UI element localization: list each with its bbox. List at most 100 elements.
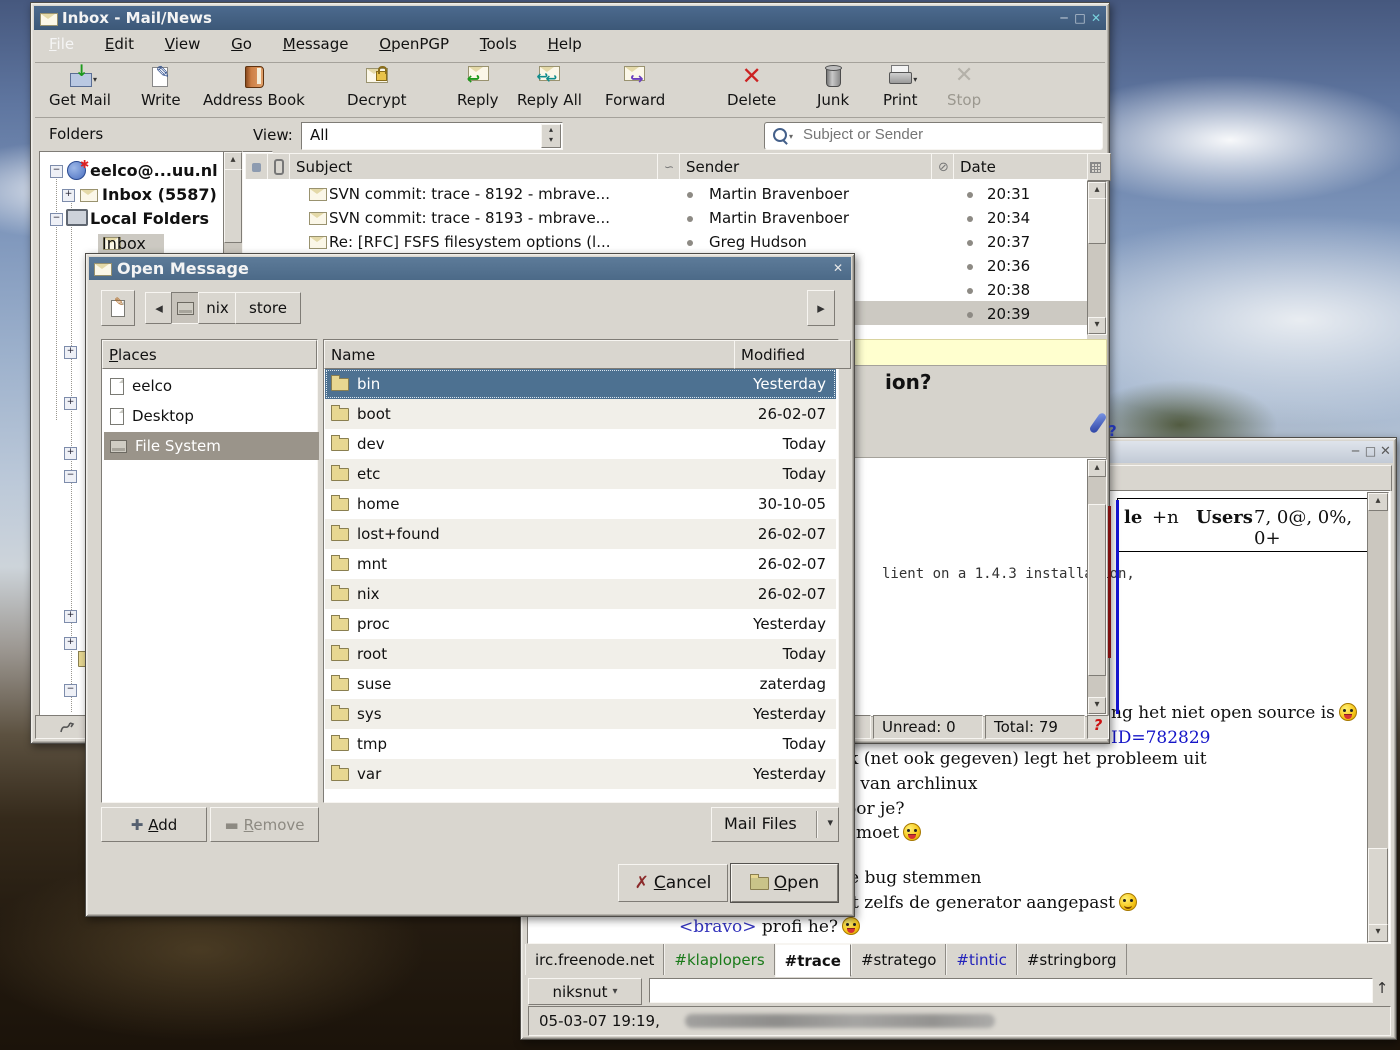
message-list-scrollbar-thumb[interactable] — [1088, 198, 1106, 244]
dialog-titlebar[interactable]: Open Message ✕ — [89, 257, 851, 280]
collapse-icon[interactable]: − — [64, 470, 77, 483]
column-sender[interactable]: Sender — [679, 153, 945, 181]
write-button[interactable]: ✎ Write — [141, 63, 181, 109]
modified-column-header[interactable]: Modified — [734, 340, 851, 369]
folder-inbox-local[interactable]: Inbox — [102, 234, 146, 253]
print-button[interactable]: ▾ Print — [883, 63, 918, 109]
menu-go[interactable]: Go — [231, 35, 252, 53]
path-root-button[interactable] — [171, 292, 200, 324]
get-mail-button[interactable]: ↓ ▾ Get Mail — [49, 63, 111, 109]
address-book-button[interactable]: Address Book — [203, 63, 305, 109]
irc-message-input[interactable] — [649, 978, 1373, 1003]
file-row[interactable]: etcToday — [325, 459, 836, 489]
type-location-button[interactable]: ✎ — [101, 290, 135, 326]
view-combobox-stepper[interactable]: ▴▾ — [541, 124, 561, 148]
folder-account[interactable]: eelco@...uu.nl — [90, 161, 218, 180]
expand-icon[interactable]: + — [64, 447, 77, 460]
reply-button[interactable]: ↩ Reply — [457, 63, 499, 109]
expand-icon[interactable]: + — [62, 189, 75, 202]
file-row[interactable]: rootToday — [325, 639, 836, 669]
file-row[interactable]: sysYesterday — [325, 699, 836, 729]
search-input[interactable] — [801, 125, 1095, 144]
junk-button[interactable]: Junk — [817, 63, 849, 109]
file-row[interactable]: varYesterday — [325, 759, 836, 789]
menu-openpgp[interactable]: OpenPGP — [379, 35, 449, 53]
path-nix-button[interactable]: nix — [198, 292, 237, 324]
menu-file[interactable]: File — [49, 35, 74, 53]
file-row[interactable]: nix26-02-07 — [325, 579, 836, 609]
forward-button[interactable]: ↪ Forward — [605, 63, 665, 109]
message-row[interactable]: Re: [RFC] FSFS filesystem options (l... … — [245, 229, 1087, 253]
column-date[interactable]: Date — [953, 153, 1101, 181]
menu-edit[interactable]: Edit — [105, 35, 134, 53]
tab-klaplopers[interactable]: #klaplopers — [664, 944, 774, 975]
path-forward-button[interactable]: ▸ — [807, 290, 835, 326]
irc-chat-scrollbar[interactable]: ▴ ▾ — [1367, 492, 1389, 943]
file-row[interactable]: procYesterday — [325, 609, 836, 639]
file-row[interactable]: lost+found26-02-07 — [325, 519, 836, 549]
message-body-scrollbar[interactable]: ▴ ▾ — [1087, 459, 1107, 715]
scroll-up-icon[interactable]: ▴ — [1088, 460, 1106, 477]
path-back-button[interactable]: ◂ — [145, 292, 173, 324]
menu-tools[interactable]: Tools — [480, 35, 517, 53]
view-combobox[interactable]: All ▴▾ — [301, 122, 563, 150]
tab-tintic[interactable]: #tintic — [946, 944, 1016, 975]
file-row[interactable]: mnt26-02-07 — [325, 549, 836, 579]
tab-stratego[interactable]: #stratego — [851, 944, 946, 975]
irc-nick-selector[interactable]: niksnut ▾ — [528, 978, 642, 1005]
cancel-button[interactable]: ✗Cancel — [618, 864, 728, 902]
place-desktop[interactable]: Desktop — [104, 402, 319, 430]
tab-server[interactable]: irc.freenode.net — [525, 944, 664, 975]
file-row[interactable]: boot26-02-07 — [325, 399, 836, 429]
search-box[interactable]: ▾ — [764, 122, 1103, 150]
place-filesystem-selected[interactable]: File System — [104, 432, 319, 460]
tab-stringborg[interactable]: #stringborg — [1017, 944, 1127, 975]
column-subject[interactable]: Subject — [289, 153, 671, 181]
message-list-scrollbar[interactable]: ▴ ▾ — [1087, 181, 1107, 335]
mail-titlebar[interactable]: Inbox - Mail/News ─ □ ✕ — [34, 6, 1106, 30]
scroll-up-icon[interactable]: ▴ — [1088, 182, 1106, 199]
menu-view[interactable]: View — [165, 35, 201, 53]
collapse-icon[interactable]: − — [64, 684, 77, 697]
close-icon[interactable]: ✕ — [1089, 11, 1103, 25]
add-button[interactable]: ✚Add — [101, 807, 207, 842]
folder-inbox-account[interactable]: Inbox (5587) — [102, 185, 217, 204]
folder-local[interactable]: Local Folders — [90, 209, 209, 228]
collapse-icon[interactable]: − — [50, 165, 63, 178]
expand-icon[interactable]: + — [64, 346, 77, 359]
place-eelco[interactable]: eelco — [104, 372, 319, 400]
message-row[interactable]: SVN commit: trace - 8193 - mbrave... Mar… — [245, 205, 1087, 229]
scroll-down-icon[interactable]: ▾ — [1088, 697, 1106, 714]
file-row[interactable]: susezaterdag — [325, 669, 836, 699]
column-picker[interactable] — [1087, 153, 1111, 181]
tab-trace-active[interactable]: #trace — [775, 944, 851, 977]
file-row[interactable]: home30-10-05 — [325, 489, 836, 519]
message-row[interactable]: SVN commit: trace - 8192 - mbrave... Mar… — [245, 181, 1087, 205]
send-up-icon[interactable]: ↑ — [1374, 979, 1390, 999]
message-body-scrollbar-thumb[interactable] — [1088, 504, 1106, 676]
irc-maximize-button[interactable]: □ — [1364, 444, 1377, 458]
scroll-down-icon[interactable]: ▾ — [1088, 317, 1106, 334]
expand-icon[interactable]: + — [64, 637, 77, 650]
decrypt-button[interactable]: Decrypt — [347, 63, 406, 109]
expand-icon[interactable]: + — [64, 397, 77, 410]
places-header[interactable]: Places — [102, 340, 317, 369]
file-row[interactable]: devToday — [325, 429, 836, 459]
scroll-up-icon[interactable]: ▴ — [224, 152, 242, 170]
filter-combobox[interactable]: Mail Files ▾ — [711, 807, 839, 842]
file-row-selected[interactable]: binYesterday — [325, 369, 836, 399]
minimize-icon[interactable]: ─ — [1057, 11, 1071, 25]
open-button[interactable]: Open — [731, 864, 838, 902]
scroll-down-icon[interactable]: ▾ — [1368, 924, 1388, 942]
file-row[interactable]: tmpToday — [325, 729, 836, 759]
delete-button[interactable]: ✕ Delete — [727, 63, 776, 109]
menu-help[interactable]: Help — [548, 35, 582, 53]
maximize-icon[interactable]: □ — [1073, 11, 1087, 25]
reply-all-button[interactable]: ↩ ↩ Reply All — [517, 63, 582, 109]
close-icon[interactable]: ✕ — [831, 261, 845, 275]
irc-chat-scrollbar-thumb[interactable] — [1368, 848, 1388, 926]
scroll-up-icon[interactable]: ▴ — [1368, 493, 1388, 511]
folders-scrollbar-thumb[interactable] — [224, 169, 242, 243]
name-column-header[interactable]: Name ▾ — [324, 340, 748, 369]
collapse-icon[interactable]: − — [50, 213, 63, 226]
